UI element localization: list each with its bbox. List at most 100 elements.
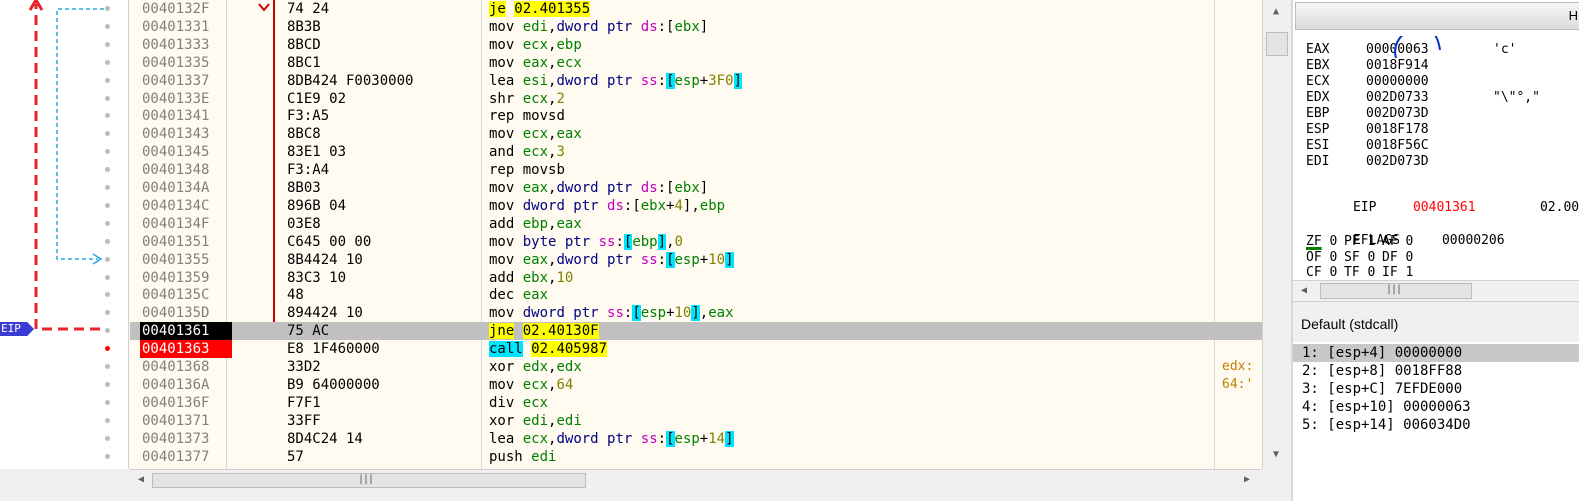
instruction-row[interactable]: 00401373 8D4C24 14 lea ecx,dword ptr ss:[e…: [130, 430, 1262, 448]
scroll-thumb[interactable]: |||: [152, 473, 586, 488]
instruction-row[interactable]: 00401351 C645 00 00 mov byte ptr ss:[ebp],…: [130, 233, 1262, 251]
register-row-edx[interactable]: EDX 002D0733 "\"°,": [1306, 90, 1540, 106]
breakpoint-slot[interactable]: [105, 23, 110, 29]
instruction-address[interactable]: 0040134A: [140, 179, 232, 197]
flag-zf[interactable]: ZF 0: [1306, 234, 1344, 250]
instruction-address[interactable]: 00401335: [140, 54, 232, 72]
instruction-address[interactable]: 00401348: [140, 161, 232, 179]
instruction-address[interactable]: 00401345: [140, 143, 232, 161]
breakpoint-slot[interactable]: [105, 381, 110, 387]
register-row-edi[interactable]: EDI 002D073D: [1306, 154, 1493, 170]
register-row-eflags[interactable]: EFLAGS 00000206: [1306, 217, 1569, 248]
scroll-up-icon[interactable]: ▲: [1269, 4, 1283, 20]
instruction-row[interactable]: 0040134A 8B03 mov eax,dword ptr ds:[ebx]: [130, 179, 1262, 197]
breakpoint-slot[interactable]: [105, 364, 110, 369]
instruction-row[interactable]: 0040133E C1E9 02 shr ecx,2: [130, 90, 1262, 108]
instruction-address[interactable]: 0040135C: [140, 286, 232, 304]
vertical-scroll-thumb[interactable]: [1266, 32, 1288, 56]
argument-row[interactable]: 1: [esp+4] 00000000: [1293, 344, 1579, 362]
flag-af[interactable]: AF 0: [1382, 234, 1420, 250]
disassembly-view[interactable]: EIP 0040132F 74 24 je 02.401355 00401331 8B3…: [0, 0, 1262, 469]
instruction-address[interactable]: 0040135D: [140, 304, 232, 322]
breakpoint-slot[interactable]: [105, 238, 110, 244]
instruction-row[interactable]: 0040136F F7F1 div ecx: [130, 394, 1262, 412]
scroll-left-icon[interactable]: ◀: [1297, 283, 1311, 299]
scroll-thumb[interactable]: |||: [1320, 283, 1472, 299]
instruction-row[interactable]: 00401337 8DB424 F0030000 lea esi,dword ptr…: [130, 72, 1262, 90]
breakpoint-slot[interactable]: [105, 6, 110, 11]
instruction-row[interactable]: 00401345 83E1 03 and ecx,3: [130, 143, 1262, 161]
flag-value[interactable]: 0: [1405, 250, 1413, 265]
breakpoint-slot[interactable]: [105, 202, 110, 208]
instruction-row[interactable]: 00401355 8B4424 10 mov eax,dword ptr ss:[e…: [130, 251, 1262, 269]
flag-value[interactable]: 0: [1367, 250, 1375, 265]
flag-value[interactable]: 0: [1329, 265, 1337, 278]
instruction-row[interactable]: 00401361 75 AC jne 02.40130F: [130, 322, 1262, 341]
instruction-row[interactable]: 00401371 33FF xor edi,edi: [130, 412, 1262, 430]
breakpoint-slot[interactable]: [105, 453, 110, 459]
registers-horizontal-scrollbar[interactable]: ◀ |||: [1293, 280, 1579, 302]
register-value[interactable]: 002D073D: [1366, 154, 1493, 170]
breakpoint-slot[interactable]: [105, 256, 110, 262]
breakpoint-slot[interactable]: [105, 77, 110, 83]
instruction-address[interactable]: 00401371: [140, 412, 232, 430]
breakpoint-slot[interactable]: [105, 435, 110, 441]
instruction-address[interactable]: 0040136F: [140, 394, 232, 412]
scroll-left-icon[interactable]: ◀: [134, 472, 148, 488]
argument-row[interactable]: 5: [esp+14] 006034D0: [1293, 416, 1579, 434]
register-row-ebp[interactable]: EBP 002D073D: [1306, 106, 1493, 122]
register-row-esi[interactable]: ESI 0018F56C: [1306, 138, 1493, 154]
flag-df[interactable]: DF 0: [1382, 250, 1420, 266]
instruction-address[interactable]: 0040136A: [140, 376, 232, 394]
instruction-address[interactable]: 00401331: [140, 18, 232, 36]
register-value[interactable]: 00401361: [1413, 200, 1540, 216]
flag-sf[interactable]: SF 0: [1344, 250, 1382, 266]
instruction-address[interactable]: 00401355: [140, 251, 232, 269]
instruction-address[interactable]: 0040133E: [140, 90, 232, 108]
scroll-right-icon[interactable]: ▶: [1240, 472, 1254, 488]
register-row-ecx[interactable]: ECX 00000000: [1306, 74, 1493, 90]
instruction-address[interactable]: 00401359: [140, 269, 232, 287]
flag-value[interactable]: 0: [1329, 234, 1337, 249]
flag-value[interactable]: 0: [1329, 250, 1337, 265]
flag-of[interactable]: OF 0: [1306, 250, 1344, 266]
instruction-row[interactable]: 00401341 F3:A5 rep movsd: [130, 107, 1262, 125]
instruction-address[interactable]: 00401377: [140, 448, 232, 466]
flag-value[interactable]: 0: [1367, 265, 1375, 278]
instruction-address[interactable]: 00401341: [140, 107, 232, 125]
breakpoint-slot[interactable]: [105, 41, 110, 47]
instruction-row[interactable]: 00401377 57 push edi: [130, 448, 1262, 466]
flag-value[interactable]: 1: [1405, 265, 1413, 278]
instruction-address[interactable]: 00401373: [140, 430, 232, 448]
instruction-row[interactable]: 0040134F 03E8 add ebp,eax: [130, 215, 1262, 233]
instruction-address[interactable]: 00401361: [140, 322, 232, 341]
instruction-address[interactable]: 00401337: [140, 72, 232, 90]
disassembly-vertical-scrollbar[interactable]: ▲ ▼: [1262, 0, 1290, 469]
register-row-eip[interactable]: EIP 0040136102.00401: [1306, 184, 1579, 215]
registers-header-button[interactable]: H: [1295, 2, 1579, 30]
argument-row[interactable]: 2: [esp+8] 0018FF88: [1293, 362, 1579, 380]
breakpoint-slot[interactable]: [105, 399, 110, 405]
instruction-row[interactable]: 0040132F 74 24 je 02.401355: [130, 0, 1262, 18]
instruction-row[interactable]: 00401359 83C3 10 add ebx,10: [130, 269, 1262, 287]
instruction-row[interactable]: 00401333 8BCD mov ecx,ebp: [130, 36, 1262, 54]
register-value[interactable]: 002D073D: [1366, 106, 1493, 122]
register-row-esp[interactable]: ESP 0018F178: [1306, 122, 1493, 138]
instruction-address[interactable]: 00401333: [140, 36, 232, 54]
register-value[interactable]: 0018F56C: [1366, 138, 1493, 154]
breakpoint-slot[interactable]: [105, 59, 110, 65]
breakpoint-slot[interactable]: [105, 185, 110, 190]
register-value[interactable]: 00000206: [1442, 233, 1569, 249]
instruction-row[interactable]: 00401368 33D2 xor edx,edx edx:: [130, 358, 1262, 376]
instruction-row[interactable]: 0040135C 48 dec eax: [130, 286, 1262, 304]
register-value[interactable]: 0018F178: [1366, 122, 1493, 138]
instruction-row[interactable]: 00401348 F3:A4 rep movsb: [130, 161, 1262, 179]
instruction-row[interactable]: 0040136A B9 64000000 mov ecx,64 64:': [130, 376, 1262, 394]
breakpoint-slot[interactable]: [105, 95, 110, 101]
instruction-address[interactable]: 00401368: [140, 358, 232, 376]
flag-value[interactable]: 0: [1405, 234, 1413, 249]
instruction-address[interactable]: 0040134C: [140, 197, 232, 215]
instruction-row[interactable]: 00401335 8BC1 mov eax,ecx: [130, 54, 1262, 72]
scroll-down-icon[interactable]: ▼: [1269, 447, 1283, 463]
register-list[interactable]: EAX 00000063'c' EBX 0018F914 ECX 00000000 EDX 0…: [1295, 36, 1579, 278]
